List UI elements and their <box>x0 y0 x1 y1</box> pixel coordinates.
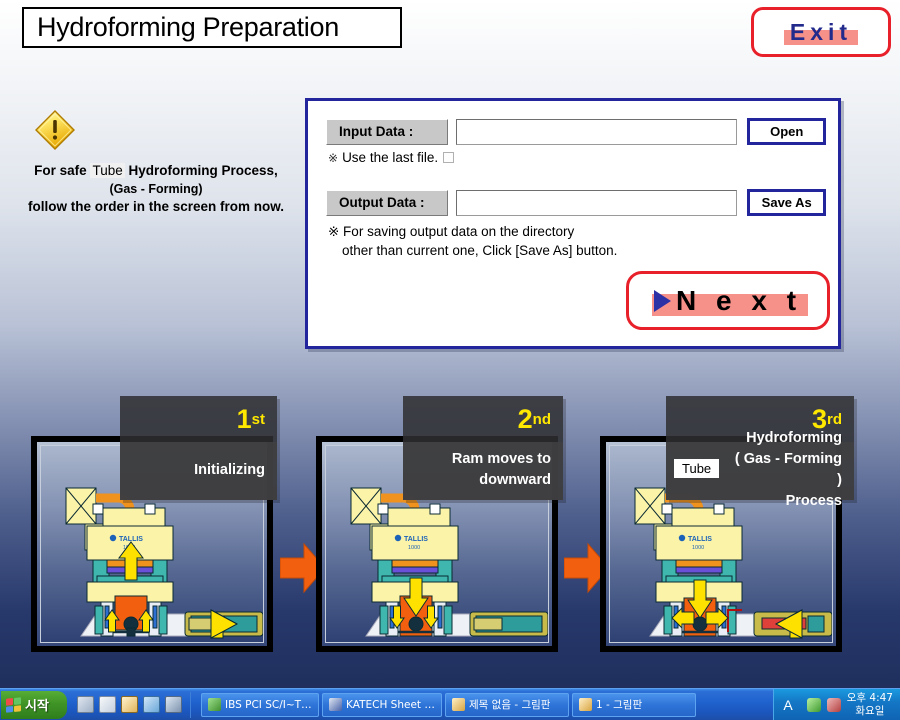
step-2-ordinal-suffix: nd <box>532 410 551 428</box>
svg-text:TALLIS: TALLIS <box>404 536 428 543</box>
step-1-ordinal: 1st <box>120 396 277 442</box>
exit-button-inner: Exit <box>783 18 859 46</box>
start-button[interactable]: 시작 <box>1 690 67 719</box>
clock-time: 오후 4:47 <box>846 691 893 704</box>
input-data-row: Input Data : Open <box>326 118 827 145</box>
paint-icon[interactable] <box>121 696 138 713</box>
application-window: Hydroforming Preparation Exit For safe T… <box>0 0 900 720</box>
warning-icon-wrap <box>8 108 304 156</box>
step-1-description: Initializing <box>194 461 265 478</box>
task-button[interactable]: 제목 없음 - 그림판 <box>445 692 569 717</box>
computer-icon[interactable] <box>165 696 182 713</box>
warning-line-1: For safe Tube Hydroforming Process, <box>8 162 304 180</box>
step-2-desc-panel: Ram moves to downward <box>403 442 563 500</box>
use-last-file-label: Use the last file. <box>342 150 439 165</box>
step-2-ordinal-number: 2 <box>517 403 533 434</box>
paint-icon <box>452 698 465 711</box>
note-line-2: other than current one, Click [Save As] … <box>342 243 618 258</box>
step-2-banner: 2nd Ram moves to downward <box>403 396 563 500</box>
output-data-label: Output Data : <box>326 189 448 216</box>
media-player-icon[interactable] <box>143 696 160 713</box>
file-selection-dialog: Input Data : Open ※ Use the last file. O… <box>305 98 841 349</box>
warning-line-2: (Gas - Forming) <box>109 182 203 196</box>
svg-text:1000: 1000 <box>408 545 420 551</box>
output-data-field[interactable] <box>455 189 738 216</box>
note-line-1: ※ For saving output data on the director… <box>328 224 575 239</box>
step-1-ordinal-suffix: st <box>251 410 265 428</box>
svg-text:1000: 1000 <box>692 545 704 551</box>
clock-day: 화요일 <box>855 704 885 717</box>
play-triangle-icon <box>653 289 671 312</box>
task-button-label: 1 - 그림판 <box>596 699 643 711</box>
step-3-desc-line-3: Process <box>785 493 842 509</box>
task-button-label: IBS PCI SC/I~T ... <box>225 698 312 711</box>
taskbar-clock[interactable]: 오후 4:47 화요일 <box>847 692 893 718</box>
save-as-note: ※ For saving output data on the director… <box>328 222 728 260</box>
ime-indicator[interactable]: A <box>783 697 792 713</box>
windows-flag-icon <box>6 696 21 713</box>
paint-icon <box>579 698 592 711</box>
input-data-field[interactable] <box>455 118 738 145</box>
input-data-label: Input Data : <box>326 118 448 145</box>
task-button-list: IBS PCI SC/I~T ... KATECH Sheet Hy... 제목… <box>201 692 696 717</box>
notepad-icon[interactable] <box>99 696 116 713</box>
step-2-description: Ram moves to downward <box>452 449 551 491</box>
page-title-box: Hydroforming Preparation <box>22 7 402 48</box>
step-1-banner: 1st Initializing <box>120 396 277 500</box>
next-button-label: N e x t <box>675 284 803 316</box>
warning-tube-highlight: Tube <box>90 163 125 178</box>
step-3-ordinal-suffix: rd <box>827 410 842 428</box>
windows-taskbar: 시작 IBS PCI SC/I~T ... KATECH Sheet Hy...… <box>0 688 900 720</box>
start-button-label: 시작 <box>25 699 49 714</box>
tray-network-icon[interactable] <box>826 697 841 712</box>
reference-mark-icon: ※ <box>328 150 339 165</box>
output-data-row: Output Data : Save As <box>326 189 827 216</box>
safety-warning-block: For safe Tube Hydroforming Process, (Gas… <box>8 108 304 216</box>
task-button[interactable]: KATECH Sheet Hy... <box>322 692 442 717</box>
task-button[interactable]: 1 - 그림판 <box>572 692 696 717</box>
svg-text:TALLIS: TALLIS <box>688 536 712 543</box>
use-last-file-row: ※ Use the last file. <box>328 150 455 165</box>
system-tray: A 오후 4:47 화요일 <box>773 688 900 720</box>
warning-line-3: follow the order in the screen from now. <box>27 199 285 214</box>
app-icon <box>208 698 221 711</box>
quick-launch-bar <box>77 691 191 718</box>
warning-text: For safe Tube Hydroforming Process, (Gas… <box>8 162 304 216</box>
open-button[interactable]: Open <box>747 118 827 145</box>
step-3-desc-panel: Tube Hydroforming ( Gas - Forming ) Proc… <box>666 430 854 509</box>
step-3-banner: 3rd Tube Hydroforming ( Gas - Forming ) … <box>666 396 854 509</box>
step-2-desc-line-1: Ram moves to <box>451 451 551 467</box>
show-desktop-icon[interactable] <box>77 696 94 713</box>
exit-button[interactable]: Exit <box>751 7 891 57</box>
task-button[interactable]: IBS PCI SC/I~T ... <box>201 692 319 717</box>
step-3-desc-line-1: Hydroforming <box>746 430 842 446</box>
task-button-label: KATECH Sheet Hy... <box>346 698 435 711</box>
app-icon <box>329 698 342 711</box>
warning-line1-a: For safe <box>34 163 87 178</box>
next-button[interactable]: N e x t <box>626 271 830 330</box>
exit-button-label: Exit <box>789 18 853 45</box>
step-3-desc-line-2: ( Gas - Forming ) <box>734 451 842 488</box>
step-1-ordinal-number: 1 <box>236 403 252 434</box>
step-1-desc-panel: Initializing <box>120 442 277 500</box>
use-last-file-checkbox[interactable] <box>443 152 455 163</box>
save-as-button[interactable]: Save As <box>747 189 827 216</box>
warning-triangle-icon <box>35 110 75 150</box>
tray-safely-remove-icon[interactable] <box>806 697 821 712</box>
page-title: Hydroforming Preparation <box>37 12 339 42</box>
warning-line1-b: Hydroforming Process, <box>128 163 278 178</box>
task-button-label: 제목 없음 - 그림판 <box>469 699 551 711</box>
next-button-inner: N e x t <box>651 284 809 317</box>
tube-chip-label: Tube <box>674 459 720 478</box>
step-2-ordinal: 2nd <box>403 396 563 442</box>
step-2-desc-line-2: downward <box>479 472 551 488</box>
